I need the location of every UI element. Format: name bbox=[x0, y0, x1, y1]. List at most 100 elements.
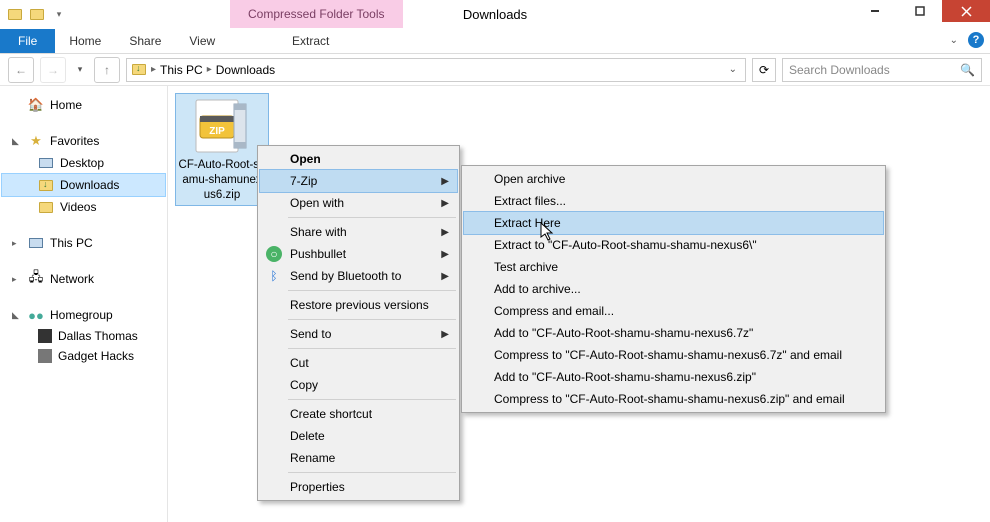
ctx-test-archive[interactable]: Test archive bbox=[464, 256, 883, 278]
ctx-create-shortcut[interactable]: Create shortcut bbox=[260, 403, 457, 425]
contextual-tab-label: Compressed Folder Tools bbox=[230, 0, 403, 28]
ctx-properties[interactable]: Properties bbox=[260, 476, 457, 498]
nav-homegroup[interactable]: ◣●●Homegroup bbox=[2, 304, 165, 326]
file-zip[interactable]: ZIP CF-Auto-Root-shamu-shamunexus6.zip bbox=[176, 94, 268, 205]
pushbullet-icon: ○ bbox=[266, 246, 282, 262]
tab-view[interactable]: View bbox=[175, 29, 229, 53]
home-icon: 🏠 bbox=[28, 97, 44, 113]
quick-access-toolbar: ▾ bbox=[0, 0, 68, 28]
ctx-extract-here[interactable]: Extract Here bbox=[464, 212, 883, 234]
downloads-icon bbox=[38, 177, 54, 193]
ctx-open[interactable]: Open bbox=[260, 148, 457, 170]
address-dropdown-icon[interactable]: ⌄ bbox=[729, 64, 737, 75]
ctx-compress-email[interactable]: Compress and email... bbox=[464, 300, 883, 322]
back-button[interactable]: ← bbox=[8, 57, 34, 83]
ctx-rename[interactable]: Rename bbox=[260, 447, 457, 469]
ctx-delete[interactable]: Delete bbox=[260, 425, 457, 447]
refresh-button[interactable]: ⟳ bbox=[752, 58, 776, 82]
window-titlebar: ▾ Compressed Folder Tools Downloads bbox=[0, 0, 990, 28]
ctx-pushbullet[interactable]: ○Pushbullet▶ bbox=[260, 243, 457, 265]
file-label: CF-Auto-Root-shamu-shamunexus6.zip bbox=[178, 158, 266, 203]
properties-icon[interactable] bbox=[6, 5, 24, 23]
separator bbox=[288, 472, 456, 473]
minimize-button[interactable] bbox=[852, 0, 897, 22]
ctx-add-to-archive[interactable]: Add to archive... bbox=[464, 278, 883, 300]
qat-dropdown-icon[interactable]: ▾ bbox=[50, 5, 68, 23]
location-icon bbox=[131, 62, 147, 78]
separator bbox=[288, 290, 456, 291]
ctx-extract-to[interactable]: Extract to "CF-Auto-Root-shamu-shamu-nex… bbox=[464, 234, 883, 256]
ctx-open-archive[interactable]: Open archive bbox=[464, 168, 883, 190]
submenu-arrow-icon: ▶ bbox=[441, 176, 449, 187]
bluetooth-icon: ᛒ bbox=[266, 268, 282, 284]
separator bbox=[288, 217, 456, 218]
nav-network[interactable]: ▸🖧Network bbox=[2, 268, 165, 290]
ctx-cut[interactable]: Cut bbox=[260, 352, 457, 374]
svg-text:ZIP: ZIP bbox=[209, 126, 225, 137]
ctx-bluetooth[interactable]: ᛒSend by Bluetooth to▶ bbox=[260, 265, 457, 287]
ctx-open-with[interactable]: Open with▶ bbox=[260, 192, 457, 214]
search-placeholder: Search Downloads bbox=[789, 63, 890, 77]
ctx-add-zip[interactable]: Add to "CF-Auto-Root-shamu-shamu-nexus6.… bbox=[464, 366, 883, 388]
nav-gadget-hacks[interactable]: Gadget Hacks bbox=[2, 346, 165, 366]
nav-downloads[interactable]: Downloads bbox=[2, 174, 165, 196]
submenu-arrow-icon: ▶ bbox=[441, 227, 449, 238]
window-controls bbox=[852, 0, 990, 22]
crumb-sep-icon[interactable]: ▸ bbox=[207, 64, 212, 75]
ctx-7zip[interactable]: 7-Zip▶ bbox=[260, 170, 457, 192]
submenu-arrow-icon: ▶ bbox=[441, 329, 449, 340]
ribbon-tabs: File Home Share View Extract ⌄ ? bbox=[0, 28, 990, 54]
separator bbox=[288, 348, 456, 349]
navigation-pane: 🏠Home ◣★Favorites Desktop Downloads Vide… bbox=[0, 86, 168, 522]
ctx-copy[interactable]: Copy bbox=[260, 374, 457, 396]
up-button[interactable]: ↑ bbox=[94, 57, 120, 83]
videos-icon bbox=[38, 199, 54, 215]
submenu-arrow-icon: ▶ bbox=[441, 271, 449, 282]
navigation-bar: ← → ▾ ↑ ▸ This PC ▸ Downloads ⌄ ⟳ Search… bbox=[0, 54, 990, 86]
breadcrumb-this-pc[interactable]: This PC bbox=[160, 63, 203, 77]
close-button[interactable] bbox=[942, 0, 990, 22]
desktop-icon bbox=[38, 155, 54, 171]
tab-share[interactable]: Share bbox=[115, 29, 175, 53]
ctx-share-with[interactable]: Share with▶ bbox=[260, 221, 457, 243]
address-bar[interactable]: ▸ This PC ▸ Downloads ⌄ bbox=[126, 58, 746, 82]
ctx-compress-7z-email[interactable]: Compress to "CF-Auto-Root-shamu-shamu-ne… bbox=[464, 344, 883, 366]
pc-icon bbox=[28, 235, 44, 251]
window-title: Downloads bbox=[463, 7, 527, 22]
maximize-button[interactable] bbox=[897, 0, 942, 22]
separator bbox=[288, 319, 456, 320]
nav-videos[interactable]: Videos bbox=[2, 196, 165, 218]
nav-desktop[interactable]: Desktop bbox=[2, 152, 165, 174]
ctx-restore-versions[interactable]: Restore previous versions bbox=[260, 294, 457, 316]
breadcrumb-downloads[interactable]: Downloads bbox=[216, 63, 275, 77]
zip-file-icon: ZIP bbox=[190, 98, 254, 154]
ctx-compress-zip-email[interactable]: Compress to "CF-Auto-Root-shamu-shamu-ne… bbox=[464, 388, 883, 410]
context-submenu-7zip: Open archive Extract files... Extract He… bbox=[461, 165, 886, 413]
ctx-extract-files[interactable]: Extract files... bbox=[464, 190, 883, 212]
ctx-add-7z[interactable]: Add to "CF-Auto-Root-shamu-shamu-nexus6.… bbox=[464, 322, 883, 344]
nav-dallas-thomas[interactable]: Dallas Thomas bbox=[2, 326, 165, 346]
search-input[interactable]: Search Downloads 🔍 bbox=[782, 58, 982, 82]
nav-favorites[interactable]: ◣★Favorites bbox=[2, 130, 165, 152]
tab-home[interactable]: Home bbox=[55, 29, 115, 53]
tab-file[interactable]: File bbox=[0, 29, 55, 53]
homegroup-icon: ●● bbox=[28, 307, 44, 323]
ctx-send-to[interactable]: Send to▶ bbox=[260, 323, 457, 345]
submenu-arrow-icon: ▶ bbox=[441, 249, 449, 260]
nav-this-pc[interactable]: ▸This PC bbox=[2, 232, 165, 254]
help-icon[interactable]: ? bbox=[968, 32, 984, 48]
star-icon: ★ bbox=[28, 133, 44, 149]
user-icon bbox=[38, 329, 52, 343]
network-icon: 🖧 bbox=[28, 271, 44, 287]
user-icon bbox=[38, 349, 52, 363]
crumb-sep-icon[interactable]: ▸ bbox=[151, 64, 156, 75]
forward-button[interactable]: → bbox=[40, 57, 66, 83]
recent-locations-button[interactable]: ▾ bbox=[72, 57, 88, 83]
new-folder-icon[interactable] bbox=[28, 5, 46, 23]
tab-extract[interactable]: Extract bbox=[278, 29, 343, 53]
separator bbox=[288, 399, 456, 400]
context-menu: Open 7-Zip▶ Open with▶ Share with▶ ○Push… bbox=[257, 145, 460, 501]
search-icon: 🔍 bbox=[960, 63, 975, 77]
nav-home[interactable]: 🏠Home bbox=[2, 94, 165, 116]
ribbon-expand-icon[interactable]: ⌄ bbox=[950, 35, 958, 46]
